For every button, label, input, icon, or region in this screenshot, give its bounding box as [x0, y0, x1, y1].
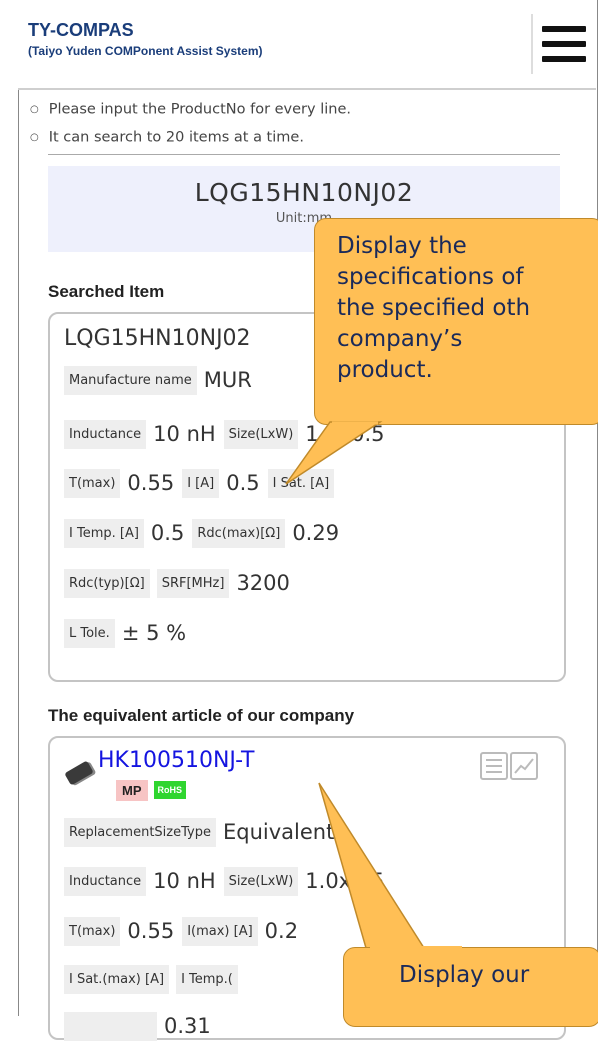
callout-line: Display our — [399, 962, 530, 988]
inductor-chip-icon — [64, 760, 94, 786]
searched-item-heading: Searched Item — [48, 282, 165, 301]
callout-line: the specified oth — [337, 295, 531, 321]
instructions-list: Please input the ProductNo for every lin… — [30, 96, 351, 151]
srf-label: SRF[MHz] — [156, 568, 230, 598]
l-tolerance-label: L Tole. — [64, 618, 115, 648]
itemp-value: 0.5 — [150, 521, 185, 545]
isat-max-label: I Sat.(max) [A] — [64, 964, 170, 994]
rdc-max-label: Rdc(max)[Ω] — [192, 518, 286, 548]
manufacturer-label: Manufacture name — [64, 365, 197, 395]
mp-badge: MP — [116, 779, 148, 801]
inductance-value: 10 nH — [153, 869, 216, 893]
tmax-value: 0.55 — [127, 919, 175, 943]
i-value: 0.5 — [226, 471, 260, 495]
equivalent-product-link[interactable]: HK100510NJ-T — [98, 748, 254, 773]
divider — [48, 154, 560, 155]
chart-icon[interactable] — [510, 752, 538, 780]
manufacturer-value: MUR — [203, 368, 252, 392]
rohs-badge: RoHS — [153, 781, 186, 799]
searched-item-title: LQG15HN10NJ02 — [64, 325, 251, 351]
inductance-label: Inductance — [64, 419, 147, 449]
callout-line: company’s — [337, 326, 463, 352]
itemp-label: I Temp.( — [176, 964, 238, 994]
size-label: Size(LxW) — [223, 866, 299, 896]
callout-our-company: Display our — [343, 947, 598, 1027]
header-divider — [531, 14, 533, 74]
l-tolerance-value: ± 5 % — [121, 621, 187, 645]
instruction-item: It can search to 20 items at a time. — [30, 124, 351, 152]
callout-line: Display the — [337, 233, 467, 259]
tmax-value: 0.55 — [127, 471, 175, 495]
equivalent-heading: The equivalent article of our company — [48, 706, 355, 725]
tmax-label: T(max) — [64, 468, 121, 498]
app-subtitle: (Taiyo Yuden COMPonent Assist System) — [28, 44, 263, 58]
inductance-label: Inductance — [64, 866, 147, 896]
instruction-item: Please input the ProductNo for every lin… — [30, 96, 351, 124]
callout-other-company: Display the specifications of the specif… — [314, 218, 598, 425]
list-icon[interactable] — [480, 752, 508, 780]
app-header: TY-COMPAS (Taiyo Yuden COMPonent Assist … — [18, 0, 596, 90]
inductance-value: 10 nH — [153, 422, 216, 446]
searched-product-number: LQG15HN10NJ02 — [194, 178, 414, 207]
rdc-value: 0.31 — [163, 1014, 211, 1038]
callout-line: specifications of — [337, 264, 524, 290]
replacement-label: ReplacementSizeType — [64, 817, 216, 847]
callout-seam — [370, 946, 462, 950]
callout-pointer — [318, 782, 426, 949]
imax-value: 0.2 — [264, 919, 299, 943]
callout-pointer — [285, 421, 383, 485]
tmax-label: T(max) — [64, 916, 121, 946]
app-title[interactable]: TY-COMPAS — [28, 20, 134, 41]
callout-line: product. — [337, 357, 433, 383]
hamburger-menu-icon[interactable] — [540, 22, 588, 66]
i-label: I [A] — [182, 468, 220, 498]
rdc-typ-label: Rdc(typ)[Ω] — [64, 568, 150, 598]
itemp-label: I Temp. [A] — [64, 518, 144, 548]
imax-label: I(max) [A] — [182, 916, 258, 946]
srf-value: 3200 — [236, 571, 290, 595]
rdc-max-value: 0.29 — [292, 521, 340, 545]
